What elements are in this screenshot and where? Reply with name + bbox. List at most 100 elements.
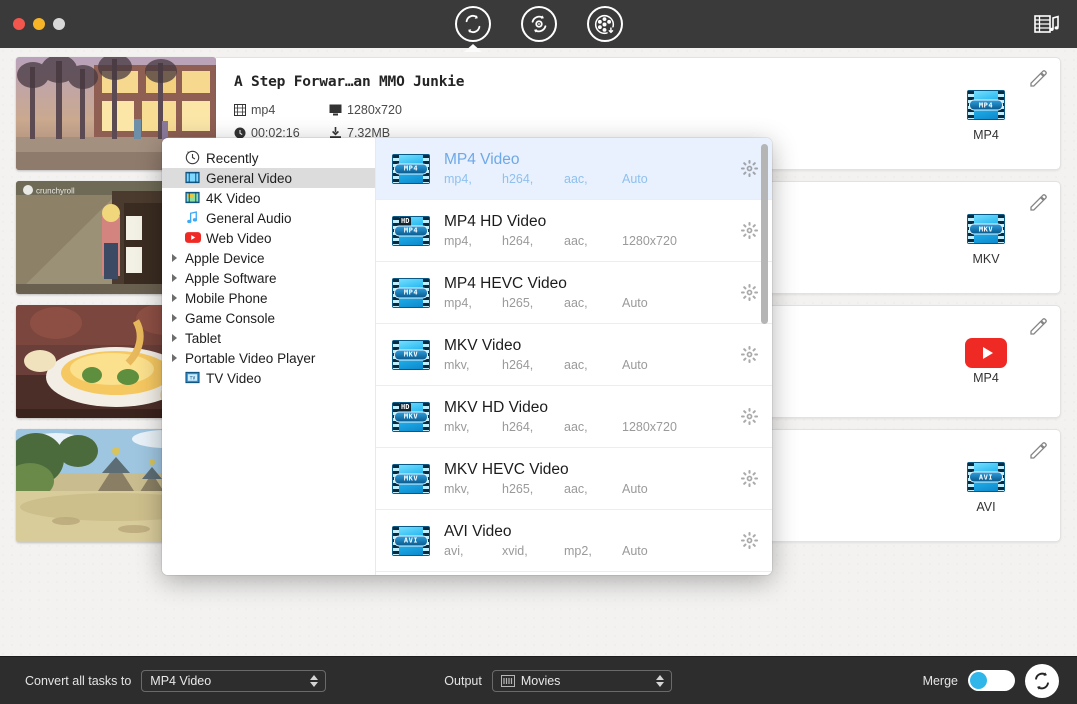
gear-icon[interactable] bbox=[741, 408, 758, 425]
target-format-label: AVI bbox=[976, 500, 996, 514]
category-label: Recently bbox=[206, 150, 259, 166]
bottom-bar: Convert all tasks to MP4 Video Output Mo… bbox=[0, 656, 1077, 704]
mp4-film-icon: MP4 bbox=[392, 153, 430, 184]
mkv-hevc-film-icon: MKV bbox=[392, 463, 430, 494]
stepper-icon bbox=[310, 674, 321, 687]
format-spec: mp4, h264, aac, 1280x720 bbox=[444, 234, 677, 248]
monitor-icon bbox=[329, 104, 342, 116]
convert-button[interactable] bbox=[1025, 663, 1059, 698]
ripper-tab[interactable] bbox=[520, 6, 557, 42]
gear-icon[interactable] bbox=[741, 284, 758, 301]
format-name: MP4 HEVC Video bbox=[444, 275, 567, 292]
target-format-badge[interactable]: MP4 MP4 bbox=[950, 90, 1022, 142]
chevron-right-icon bbox=[172, 334, 177, 342]
target-format-badge[interactable]: MP4 bbox=[950, 338, 1022, 385]
category-apple-device[interactable]: Apple Device bbox=[162, 248, 375, 268]
category-portable-video-player[interactable]: Portable Video Player bbox=[162, 348, 375, 368]
category-tv-video[interactable]: TV TV Video bbox=[162, 368, 375, 388]
category-label: Game Console bbox=[185, 310, 276, 326]
film-icon bbox=[234, 104, 246, 116]
category-label: TV Video bbox=[206, 370, 262, 386]
file-meta: mp4 1280x720 00:02:16 7.32MB bbox=[234, 103, 474, 140]
converter-tab[interactable] bbox=[454, 6, 491, 42]
format-list-scrollbar[interactable] bbox=[761, 144, 768, 569]
category-general-video[interactable]: General Video bbox=[162, 168, 375, 188]
edit-pencil-icon[interactable] bbox=[1028, 316, 1048, 336]
convert-arrows-icon bbox=[465, 15, 480, 33]
gear-icon[interactable] bbox=[741, 160, 758, 177]
target-format-label: MP4 bbox=[973, 128, 999, 142]
format-item-mkv-video[interactable]: MKV MKV Video mkv, h264, aac, Auto bbox=[376, 324, 772, 386]
chevron-right-icon bbox=[172, 354, 177, 362]
edit-pencil-icon[interactable] bbox=[1028, 68, 1048, 88]
edit-pencil-icon[interactable] bbox=[1028, 192, 1048, 212]
scrollbar-thumb[interactable] bbox=[761, 144, 768, 324]
stepper-icon bbox=[655, 674, 667, 687]
category-label: Tablet bbox=[185, 330, 222, 346]
category-web-video[interactable]: Web Video bbox=[162, 228, 375, 248]
category-recently[interactable]: Recently bbox=[162, 148, 375, 168]
toolbar-right bbox=[1033, 0, 1061, 48]
format-name: MKV HEVC Video bbox=[444, 461, 569, 478]
category-label: Apple Software bbox=[185, 270, 277, 286]
convert-all-label: Convert all tasks to bbox=[25, 673, 132, 688]
format-spec: mp4, h264, aac, Auto bbox=[444, 172, 648, 186]
merge-label: Merge bbox=[922, 673, 958, 688]
file-title: A Step Forwar…an MMO Junkie bbox=[234, 74, 465, 90]
format-item-mp4-hd-video[interactable]: HD MP4 MP4 HD Video mp4, h264, aac, 1280… bbox=[376, 200, 772, 262]
4k-video-icon bbox=[185, 190, 201, 206]
title-bar bbox=[0, 0, 1077, 48]
target-format-label: MKV bbox=[972, 252, 1000, 266]
main-toolbar bbox=[0, 0, 1077, 48]
target-format-badge[interactable]: AVI AVI bbox=[950, 462, 1022, 514]
format-name: MP4 Video bbox=[444, 151, 520, 168]
format-list[interactable]: MP4 MP4 Video mp4, h264, aac, Auto HD MP… bbox=[376, 138, 772, 575]
gear-icon[interactable] bbox=[741, 532, 758, 549]
edit-pencil-icon[interactable] bbox=[1028, 440, 1048, 460]
format-spec: mkv, h264, aac, Auto bbox=[444, 358, 648, 372]
format-spec: mp4, h265, aac, Auto bbox=[444, 296, 648, 310]
category-tablet[interactable]: Tablet bbox=[162, 328, 375, 348]
format-item-mp4-hevc-video[interactable]: MP4 MP4 HEVC Video mp4, h265, aac, Auto bbox=[376, 262, 772, 324]
format-category-list: Recently General Video 4K Video General … bbox=[162, 138, 376, 575]
convert-all-select[interactable]: MP4 Video bbox=[141, 669, 327, 692]
film-reel-download-icon bbox=[594, 14, 615, 34]
video-icon bbox=[185, 170, 201, 186]
category-label: Portable Video Player bbox=[185, 350, 316, 366]
music-note-icon bbox=[185, 210, 201, 226]
chevron-right-icon bbox=[172, 314, 177, 322]
mp4-film-icon: MP4 bbox=[967, 90, 1005, 120]
category-general-audio[interactable]: General Audio bbox=[162, 208, 375, 228]
category-4k-video[interactable]: 4K Video bbox=[162, 188, 375, 208]
target-format-badge[interactable]: MKV MKV bbox=[950, 214, 1022, 266]
format-spec: avi, xvid, mp2, Auto bbox=[444, 544, 648, 558]
category-mobile-phone[interactable]: Mobile Phone bbox=[162, 288, 375, 308]
category-game-console[interactable]: Game Console bbox=[162, 308, 375, 328]
gear-icon[interactable] bbox=[741, 346, 758, 363]
category-apple-software[interactable]: Apple Software bbox=[162, 268, 375, 288]
downloader-tab[interactable] bbox=[586, 6, 623, 42]
format-name: MKV HD Video bbox=[444, 399, 548, 416]
file-format: mp4 bbox=[234, 103, 329, 117]
media-library-icon[interactable] bbox=[1033, 12, 1061, 36]
merge-toggle[interactable] bbox=[968, 670, 1015, 691]
format-item-mkv-hd-video[interactable]: HD MKV MKV HD Video mkv, h264, aac, 1280… bbox=[376, 386, 772, 448]
format-item-avi-video[interactable]: AVI AVI Video avi, xvid, mp2, Auto bbox=[376, 510, 772, 572]
format-item-mp4-video[interactable]: MP4 MP4 Video mp4, h264, aac, Auto bbox=[376, 138, 772, 200]
format-item-mkv-hevc-video[interactable]: MKV MKV HEVC Video mkv, h265, aac, Auto bbox=[376, 448, 772, 510]
mkv-film-icon: MKV bbox=[392, 339, 430, 370]
gear-icon[interactable] bbox=[741, 470, 758, 487]
output-select[interactable]: Movies bbox=[491, 669, 672, 692]
mp4-hevc-film-icon: MP4 bbox=[392, 277, 430, 308]
file-resolution: 1280x720 bbox=[329, 103, 474, 117]
category-label: General Video bbox=[206, 170, 293, 186]
mp4-hd-film-icon: HD MP4 bbox=[392, 215, 430, 246]
output-label: Output bbox=[444, 673, 482, 688]
disc-ripper-icon bbox=[531, 15, 546, 33]
format-name: MP4 HD Video bbox=[444, 213, 547, 230]
chevron-right-icon bbox=[172, 254, 177, 262]
avi-film-icon: AVI bbox=[392, 525, 430, 556]
format-picker-popover: Recently General Video 4K Video General … bbox=[162, 138, 772, 575]
chevron-right-icon bbox=[172, 294, 177, 302]
gear-icon[interactable] bbox=[741, 222, 758, 239]
